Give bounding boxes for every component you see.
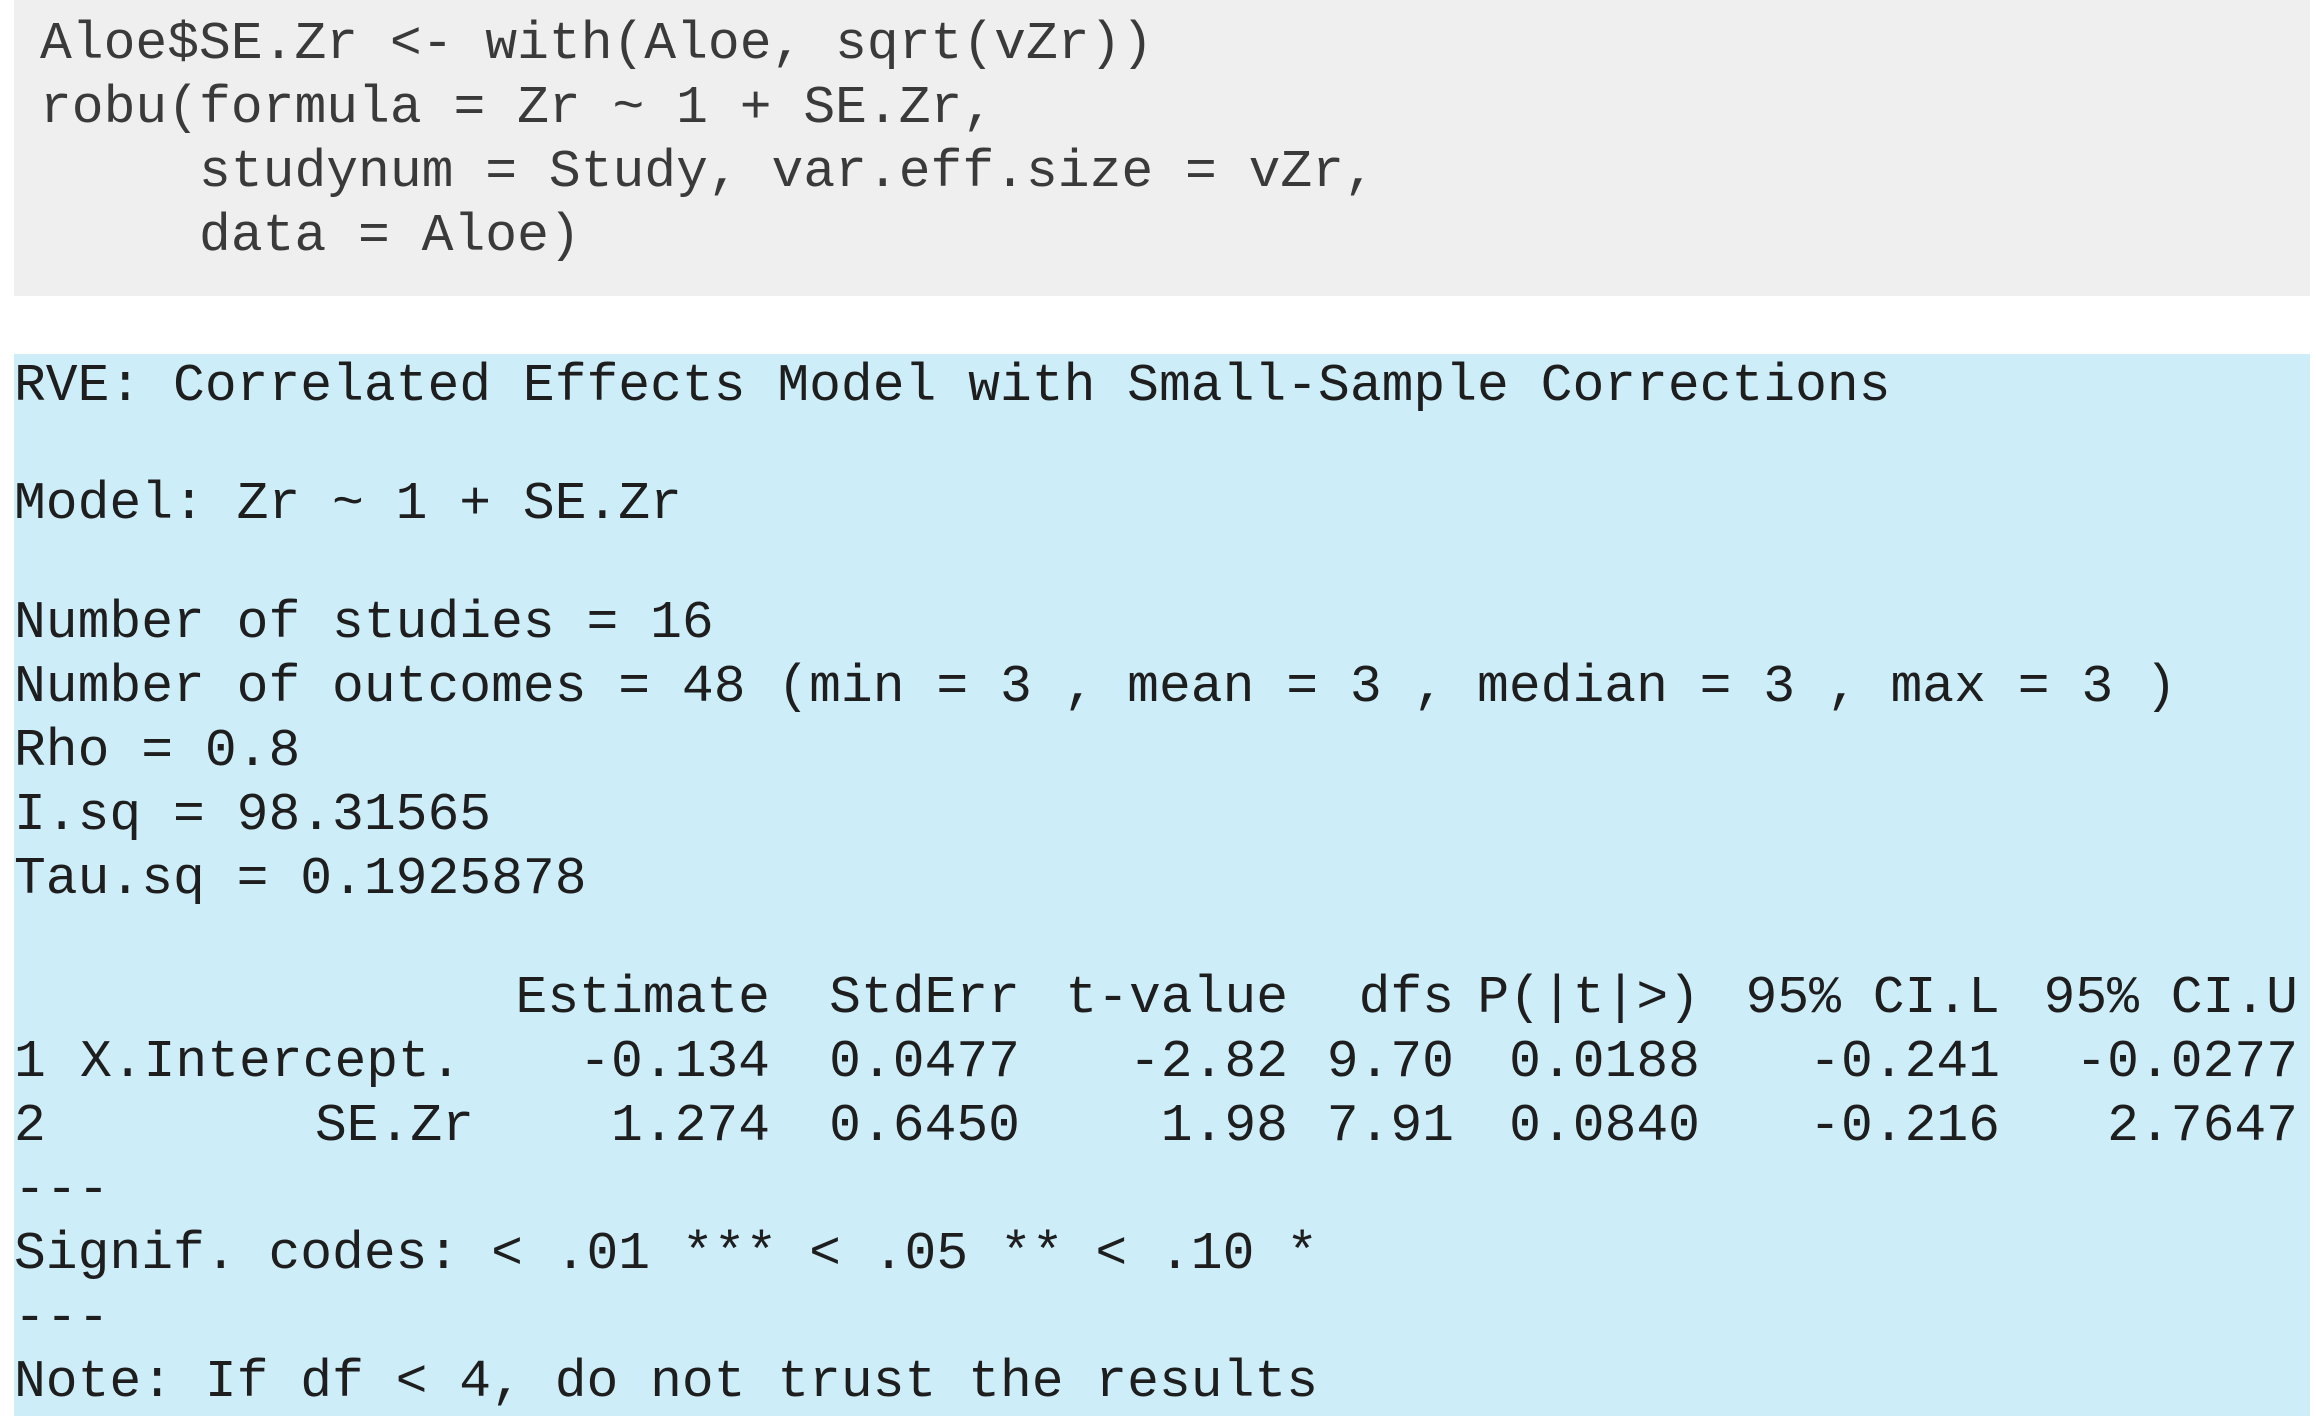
number-of-studies: Number of studies = 16 xyxy=(14,593,714,653)
cell-estimate: 1.274 xyxy=(610,1096,770,1156)
rho-value: Rho = 0.8 xyxy=(14,721,301,781)
row-index: 2 xyxy=(14,1096,46,1156)
model-formula: Model: Zr ~ 1 + SE.Zr xyxy=(14,474,682,534)
row-name: SE.Zr xyxy=(314,1096,474,1156)
console-output-block: RVE: Correlated Effects Model with Small… xyxy=(14,354,2310,1416)
separator: --- xyxy=(14,1288,110,1348)
cell-stderr: 0.0477 xyxy=(829,1032,1020,1092)
isq-value: I.sq = 98.31565 xyxy=(14,785,492,845)
table-row: 1 X.Intercept. -0.134 0.0477 -2.82 9.70 … xyxy=(14,1030,2310,1094)
col-header-pvalue: P(|t|>) xyxy=(1477,968,1700,1028)
table-row: 2 SE.Zr 1.274 0.6450 1.98 7.91 0.0840 -0… xyxy=(14,1094,2310,1158)
col-header-estimate: Estimate xyxy=(515,968,770,1028)
cell-dfs: 7.91 xyxy=(1326,1096,1454,1156)
significance-codes: Signif. codes: < .01 *** < .05 ** < .10 … xyxy=(14,1224,1319,1284)
code-line: robu(formula = Zr ~ 1 + SE.Zr, xyxy=(40,78,995,138)
cell-dfs: 9.70 xyxy=(1326,1032,1454,1092)
row-name: X.Intercept. xyxy=(80,1032,462,1092)
df-note: Note: If df < 4, do not trust the result… xyxy=(14,1352,1319,1412)
output-header: RVE: Correlated Effects Model with Small… xyxy=(14,356,1891,416)
number-of-outcomes: Number of outcomes = 48 (min = 3 , mean … xyxy=(14,657,2177,717)
cell-estimate: -0.134 xyxy=(579,1032,770,1092)
code-input-block: Aloe$SE.Zr <- with(Aloe, sqrt(vZr)) robu… xyxy=(14,0,2310,296)
cell-stderr: 0.6450 xyxy=(829,1096,1020,1156)
row-index: 1 xyxy=(14,1032,46,1092)
col-header-stderr: StdErr xyxy=(829,968,1020,1028)
cell-ci-upper: -0.0277 xyxy=(2075,1032,2298,1092)
coef-table-header: Estimate StdErr t-value dfs P(|t|>) 95% … xyxy=(14,966,2310,1030)
separator: --- xyxy=(14,1160,110,1220)
cell-ci-lower: -0.241 xyxy=(1809,1032,2000,1092)
cell-pvalue: 0.0188 xyxy=(1509,1032,1700,1092)
cell-tvalue: 1.98 xyxy=(1160,1096,1288,1156)
code-line: Aloe$SE.Zr <- with(Aloe, sqrt(vZr)) xyxy=(40,14,1154,74)
tausq-value: Tau.sq = 0.1925878 xyxy=(14,849,587,909)
col-header-dfs: dfs xyxy=(1358,968,1454,1028)
code-line: studynum = Study, var.eff.size = vZr, xyxy=(40,142,1376,202)
col-header-ci-upper: 95% CI.U xyxy=(2043,968,2298,1028)
code-line: data = Aloe) xyxy=(40,206,581,266)
col-header-ci-lower: 95% CI.L xyxy=(1745,968,2000,1028)
cell-ci-upper: 2.7647 xyxy=(2107,1096,2298,1156)
cell-ci-lower: -0.216 xyxy=(1809,1096,2000,1156)
col-header-tvalue: t-value xyxy=(1065,968,1288,1028)
cell-tvalue: -2.82 xyxy=(1128,1032,1288,1092)
cell-pvalue: 0.0840 xyxy=(1509,1096,1700,1156)
